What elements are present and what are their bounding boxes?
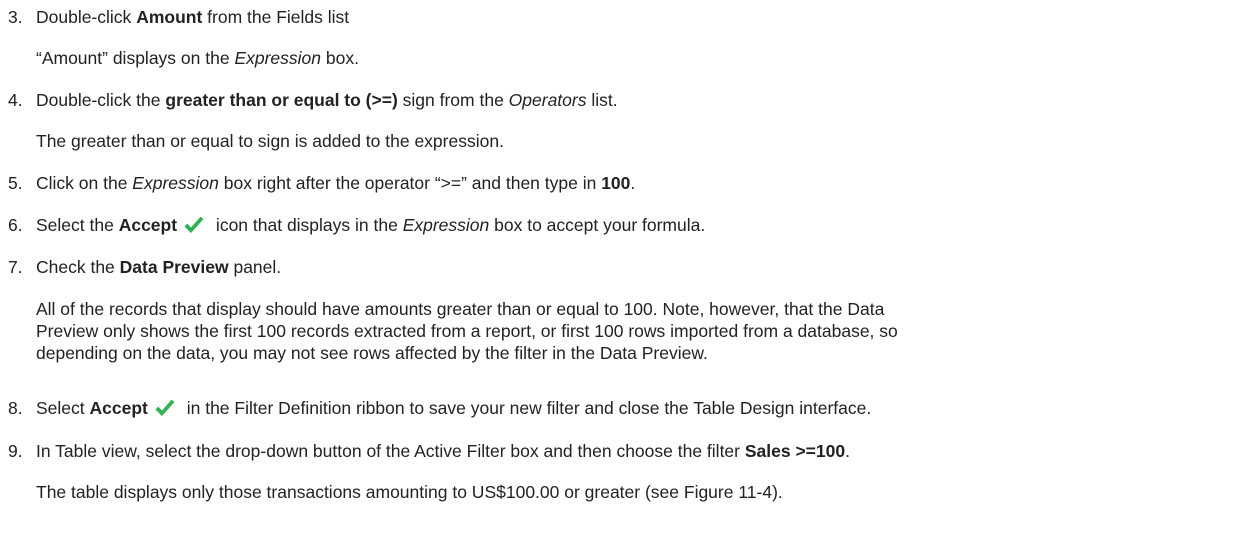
step-4-text: Double-click the greater than or equal t… [36, 90, 618, 110]
note-line: All of the records that display should h… [36, 299, 885, 319]
step-number: 8. [8, 398, 23, 418]
step-7-note: All of the records that display should h… [36, 298, 1242, 364]
step-4-note: The greater than or equal to sign is add… [36, 131, 504, 151]
step-7-text: Check the Data Preview panel. [36, 257, 282, 277]
step-3-text: Double-click Amount from the Fields list [36, 7, 350, 27]
step-number: 5. [8, 173, 23, 193]
checkmark-icon [183, 216, 205, 241]
step-number: 7. [8, 257, 23, 277]
step-8-text: Select Accept in the Filter Definition r… [36, 397, 871, 424]
step-number: 4. [8, 90, 23, 110]
step-number: 9. [8, 441, 23, 461]
note-line: depending on the data, you may not see r… [36, 343, 708, 363]
checkmark-icon [154, 399, 176, 424]
step-9-note: The table displays only those transactio… [36, 482, 783, 502]
note-line: Preview only shows the first 100 records… [36, 321, 898, 341]
step-6-text: Select the Accept icon that displays in … [36, 214, 705, 241]
step-number: 6. [8, 215, 23, 235]
step-9-text: In Table view, select the drop-down butt… [36, 441, 850, 461]
step-3-note: “Amount” displays on the Expression box. [36, 48, 359, 68]
step-number: 3. [8, 7, 23, 27]
step-5-text: Click on the Expression box right after … [36, 173, 636, 193]
